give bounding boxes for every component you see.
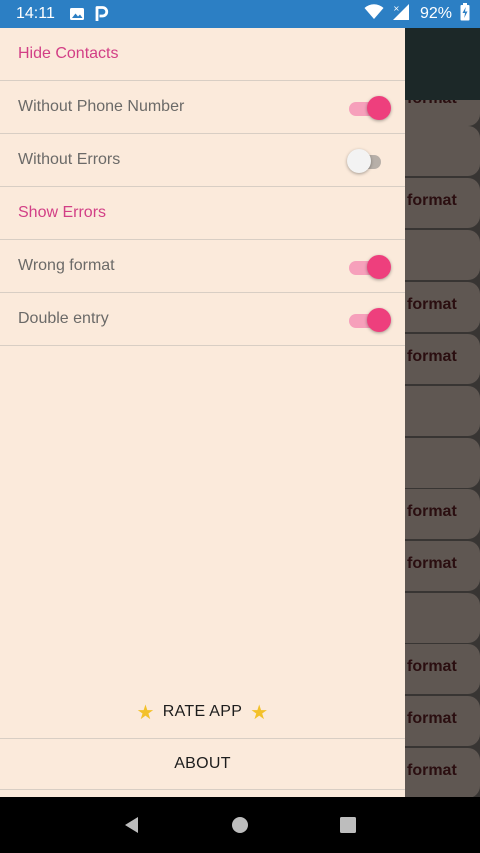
list-item-label: format — [407, 503, 457, 520]
recents-icon — [340, 817, 356, 833]
toggle-row-without-errors[interactable]: Without Errors — [0, 134, 405, 187]
list-item-label: format — [407, 658, 457, 675]
back-button[interactable] — [112, 805, 152, 845]
section-header-hide-contacts: Hide Contacts — [0, 28, 405, 81]
wrong-format-switch[interactable] — [347, 255, 391, 279]
rate-app-label: RATE APP — [162, 703, 243, 720]
parking-icon — [95, 6, 109, 22]
status-bar: 14:11 × 92% — [0, 0, 480, 28]
home-button[interactable] — [220, 805, 260, 845]
toggle-row-without-phone-number[interactable]: Without Phone Number — [0, 81, 405, 134]
about-button[interactable]: ABOUT — [0, 738, 405, 790]
recents-button[interactable] — [328, 805, 368, 845]
star-icon: ★ — [250, 701, 269, 724]
without-errors-switch[interactable] — [347, 149, 391, 173]
toggle-label: Wrong format — [18, 257, 115, 274]
battery-icon — [460, 2, 470, 26]
toggle-row-double-entry[interactable]: Double entry — [0, 293, 405, 346]
navigation-bar — [0, 797, 480, 853]
battery-percent: 92% — [419, 5, 452, 22]
list-item-label: format — [407, 348, 457, 365]
toggle-label: Without Errors — [18, 151, 121, 168]
double-entry-switch[interactable] — [347, 308, 391, 332]
toggle-label: Without Phone Number — [18, 98, 185, 115]
star-icon: ★ — [136, 701, 155, 724]
toggle-row-wrong-format[interactable]: Wrong format — [0, 240, 405, 293]
list-item-label: format — [407, 555, 457, 572]
image-icon — [69, 6, 85, 22]
status-time: 14:11 — [16, 5, 55, 22]
list-item-label: format — [407, 710, 457, 727]
wifi-icon — [364, 3, 384, 25]
toggle-label: Double entry — [18, 310, 109, 327]
list-item-label: format — [407, 296, 457, 313]
list-item-label: format — [407, 762, 457, 779]
section-header-show-errors: Show Errors — [0, 187, 405, 240]
list-item-label: format — [407, 192, 457, 209]
rate-app-button[interactable]: ★ RATE APP ★ — [0, 686, 405, 738]
about-label: ABOUT — [174, 755, 231, 772]
list-item-label: format — [407, 100, 457, 108]
home-icon — [232, 817, 248, 833]
navigation-drawer: Hide Contacts Without Phone Number Witho… — [0, 28, 405, 797]
back-icon — [125, 817, 138, 833]
svg-text:×: × — [393, 4, 400, 13]
signal-icon: × — [392, 3, 412, 26]
without-phone-number-switch[interactable] — [347, 96, 391, 120]
